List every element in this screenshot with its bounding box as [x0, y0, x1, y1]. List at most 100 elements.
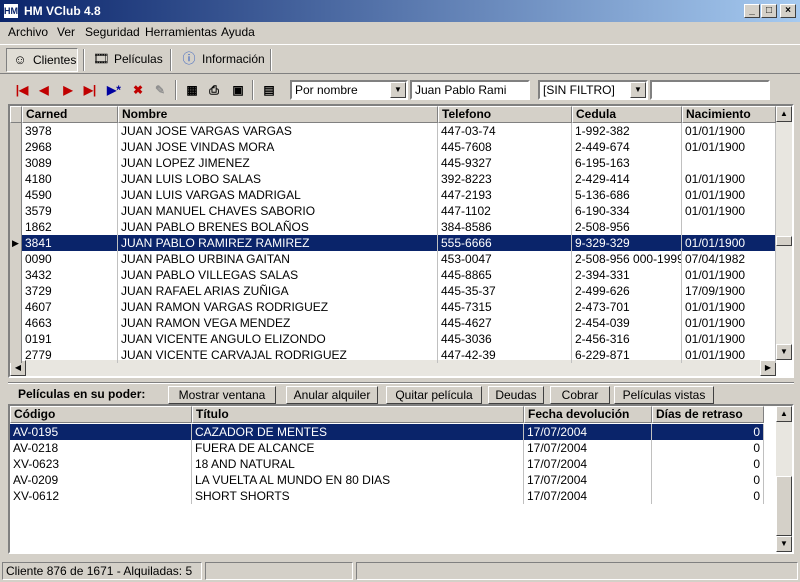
table-row[interactable]: 3978 JUAN JOSE VARGAS VARGAS 447-03-74 1-99…: [10, 123, 776, 139]
table-row[interactable]: 2779 JUAN VICENTE CARVAJAL RODRIGUEZ 447-4…: [10, 347, 776, 363]
table-row[interactable]: XV-0623 18 AND NATURAL 17/07/2004 0: [10, 456, 764, 472]
table-row[interactable]: 2968 JUAN JOSE VINDAS MORA 445-7608 2-449-6…: [10, 139, 776, 155]
first-record-icon[interactable]: |◀: [12, 80, 32, 100]
clients-column-header[interactable]: Nacimiento: [682, 106, 776, 123]
clients-column-header[interactable]: Nombre: [118, 106, 438, 123]
table-cell: JUAN LOPEZ JIMENEZ: [118, 155, 438, 171]
last-record-icon[interactable]: ▶|: [80, 80, 100, 100]
clients-column-header[interactable]: Carned: [22, 106, 118, 123]
menu-archivo[interactable]: Archivo: [8, 25, 48, 39]
row-indicator: [10, 267, 22, 283]
table-row[interactable]: 4663 JUAN RAMON VEGA MENDEZ 445-4627 2-454-…: [10, 315, 776, 331]
scroll-down-icon[interactable]: ▼: [776, 344, 792, 360]
separator: [83, 49, 85, 71]
clients-column-header[interactable]: Telefono: [438, 106, 572, 123]
cancel-rental-button[interactable]: Anular alquiler: [286, 386, 378, 404]
table-cell: 0: [652, 488, 764, 504]
debts-button[interactable]: Deudas: [488, 386, 544, 404]
movies-grid[interactable]: ▲ ▼ Código Título Fecha devolución Días de …: [8, 404, 794, 554]
menu-ayuda[interactable]: Ayuda: [221, 25, 255, 39]
scroll-thumb[interactable]: [776, 236, 792, 246]
table-row[interactable]: 3089 JUAN LOPEZ JIMENEZ 445-9327 6-195-163: [10, 155, 776, 171]
menu-herramientas[interactable]: Herramientas: [145, 25, 217, 39]
table-row[interactable]: 3432 JUAN PABLO VILLEGAS SALAS 445-8865 2-3…: [10, 267, 776, 283]
table-row[interactable]: XV-0612 SHORT SHORTS 17/07/2004 0: [10, 488, 764, 504]
table-row[interactable]: 0090 JUAN PABLO URBINA GAITAN 453-0047 2-50…: [10, 251, 776, 267]
table-cell: 01/01/1900: [682, 123, 776, 139]
charge-button[interactable]: Cobrar: [550, 386, 610, 404]
table-row[interactable]: AV-0209 LA VUELTA AL MUNDO EN 80 DIAS 17/0…: [10, 472, 764, 488]
table-cell: XV-0612: [10, 488, 192, 504]
movies-vertical-scrollbar[interactable]: ▲ ▼: [776, 406, 792, 552]
nav-bar: ☺ Clientes 🎞 Películas ⓘ Información: [0, 44, 800, 74]
tab-informacion[interactable]: ⓘ Información: [176, 48, 266, 72]
divider: [8, 382, 794, 384]
search-mode-select[interactable]: Por nombre ▼: [290, 80, 408, 100]
table-row[interactable]: ▶ 3841 JUAN PABLO RAMIREZ RAMIREZ 555-6666 9…: [10, 235, 776, 251]
table-cell: 4663: [22, 315, 118, 331]
scroll-up-icon[interactable]: ▲: [776, 406, 792, 422]
clients-column-header[interactable]: Cedula: [572, 106, 682, 123]
close-button[interactable]: ×: [780, 4, 796, 18]
maximize-button[interactable]: □: [761, 4, 777, 18]
lock-icon[interactable]: ▣: [228, 80, 248, 100]
delete-record-icon[interactable]: ✖: [128, 80, 148, 100]
table-cell: 01/01/1900: [682, 315, 776, 331]
prev-record-icon[interactable]: ◀: [34, 80, 54, 100]
new-record-icon[interactable]: ▶*: [104, 80, 124, 100]
table-row[interactable]: 3729 JUAN RAFAEL ARIAS ZUÑIGA 445-35-37 2-4…: [10, 283, 776, 299]
movies-column-header[interactable]: Fecha devolución: [524, 406, 652, 423]
table-cell: 2-473-701: [572, 299, 682, 315]
movies-column-header[interactable]: Días de retraso: [652, 406, 764, 423]
clients-grid[interactable]: ▲ ▼ ◀ ▶ Carned Nombre Telefono Cedula Nacimi…: [8, 104, 794, 378]
table-cell: 01/01/1900: [682, 347, 776, 363]
table-icon[interactable]: ▦: [182, 80, 202, 100]
show-window-button[interactable]: Mostrar ventana: [168, 386, 276, 404]
table-row[interactable]: 4607 JUAN RAMON VARGAS RODRIGUEZ 445-7315 2…: [10, 299, 776, 315]
table-row[interactable]: AV-0218 FUERA DE ALCANCE 17/07/2004 0: [10, 440, 764, 456]
table-cell: 2-454-039: [572, 315, 682, 331]
table-cell: 01/01/1900: [682, 235, 776, 251]
table-cell: JUAN PABLO RAMIREZ RAMIREZ: [118, 235, 438, 251]
tab-clientes[interactable]: ☺ Clientes: [6, 48, 78, 72]
scroll-up-icon[interactable]: ▲: [776, 106, 792, 122]
table-cell: 4590: [22, 187, 118, 203]
table-row[interactable]: 0191 JUAN VICENTE ANGULO ELIZONDO 445-3036…: [10, 331, 776, 347]
watched-movies-button[interactable]: Películas vistas: [614, 386, 714, 404]
remove-movie-button[interactable]: Quitar película: [386, 386, 482, 404]
filter-input[interactable]: [650, 80, 770, 100]
table-cell: 447-1102: [438, 203, 572, 219]
clients-vertical-scrollbar[interactable]: ▲ ▼: [776, 106, 792, 360]
table-row[interactable]: 3579 JUAN MANUEL CHAVES SABORIO 447-1102 6-…: [10, 203, 776, 219]
table-row[interactable]: 4590 JUAN LUIS VARGAS MADRIGAL 447-2193 5-1…: [10, 187, 776, 203]
chevron-down-icon[interactable]: ▼: [630, 82, 646, 98]
next-record-icon[interactable]: ▶: [58, 80, 78, 100]
chevron-down-icon[interactable]: ▼: [390, 82, 406, 98]
table-cell: JUAN RAFAEL ARIAS ZUÑIGA: [118, 283, 438, 299]
menu-ver[interactable]: Ver: [57, 25, 75, 39]
table-cell: 6-229-871: [572, 347, 682, 363]
search-input[interactable]: Juan Pablo Rami: [410, 80, 530, 100]
table-row[interactable]: AV-0195 CAZADOR DE MENTES 17/07/2004 0: [10, 424, 764, 440]
movies-column-header[interactable]: Título: [192, 406, 524, 423]
minimize-button[interactable]: _: [744, 4, 760, 18]
tab-peliculas[interactable]: 🎞 Películas: [88, 48, 166, 72]
filter-select[interactable]: [SIN FILTRO] ▼: [538, 80, 648, 100]
table-cell: 555-6666: [438, 235, 572, 251]
menu-seguridad[interactable]: Seguridad: [85, 25, 140, 39]
table-cell: JUAN JOSE VARGAS VARGAS: [118, 123, 438, 139]
table-cell: 2968: [22, 139, 118, 155]
table-cell: CAZADOR DE MENTES: [192, 424, 524, 440]
print-icon[interactable]: ⎙: [204, 80, 224, 100]
scroll-thumb[interactable]: [776, 476, 792, 536]
movies-column-header[interactable]: Código: [10, 406, 192, 423]
table-row[interactable]: 1862 JUAN PABLO BRENES BOLAÑOS 384-8586 2-5…: [10, 219, 776, 235]
scroll-down-icon[interactable]: ▼: [776, 536, 792, 552]
status-text: Cliente 876 de 1671 - Alquiladas: 5: [2, 562, 202, 580]
edit-record-icon[interactable]: ✎: [150, 80, 170, 100]
table-cell: 447-2193: [438, 187, 572, 203]
clients-icon: ☺: [13, 52, 27, 67]
status-panel: [205, 562, 353, 580]
report-icon[interactable]: ▤: [259, 80, 279, 100]
table-row[interactable]: 4180 JUAN LUIS LOBO SALAS 392-8223 2-429-41…: [10, 171, 776, 187]
